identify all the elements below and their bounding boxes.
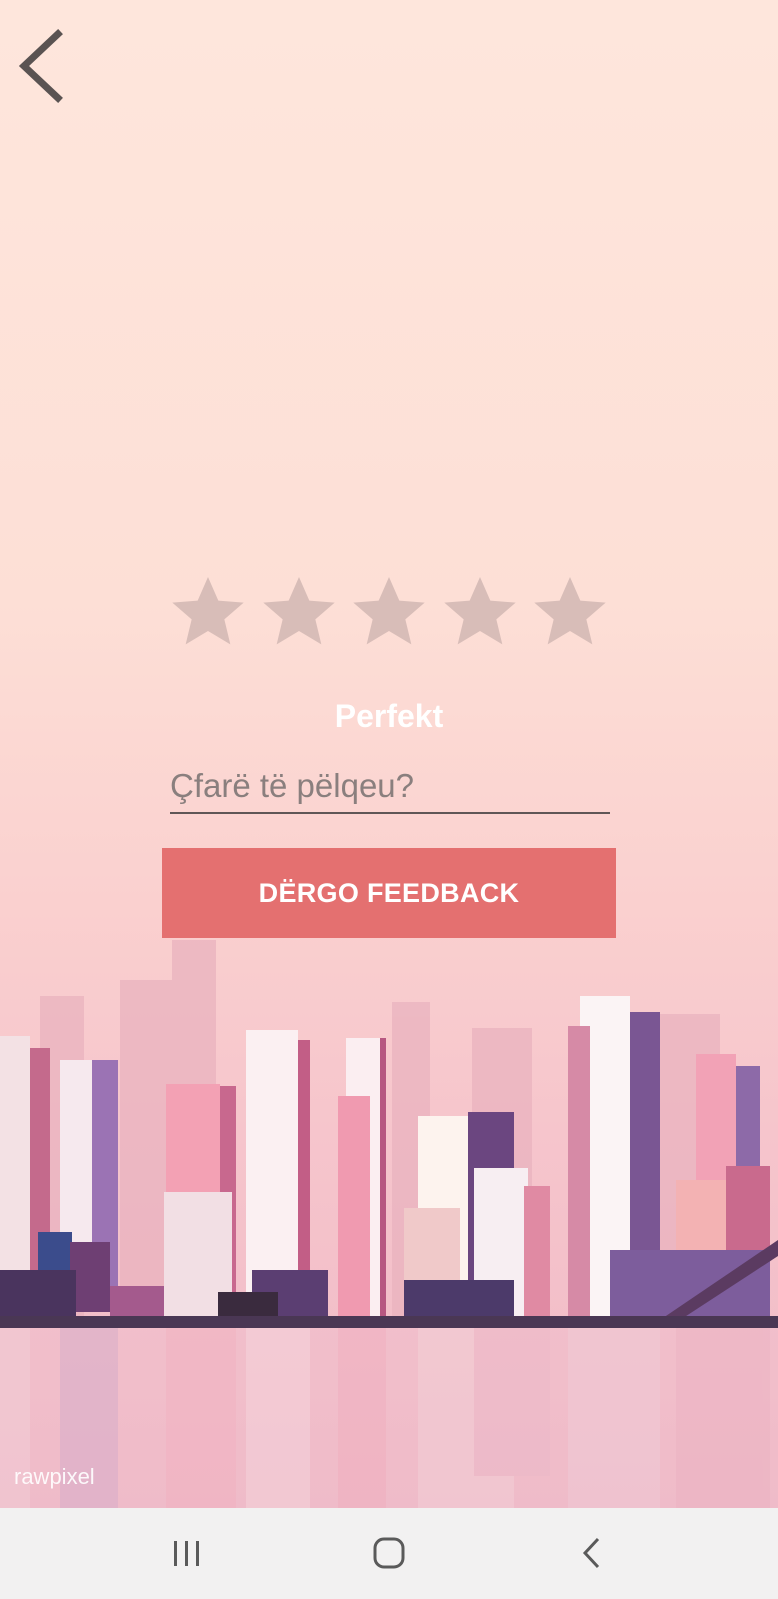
chevron-left-icon [18,29,63,103]
feedback-screen: rawpixel Perfekt DËRGO FEEDBACK [0,0,778,1508]
system-back-button[interactable] [566,1528,616,1578]
star-icon[interactable] [440,572,520,652]
star-icon[interactable] [349,572,429,652]
system-navigation-bar [0,1508,778,1599]
home-icon [373,1537,405,1569]
recent-apps-icon [174,1541,199,1566]
star-icon[interactable] [530,572,610,652]
feedback-input[interactable] [170,760,610,814]
back-icon [582,1537,600,1569]
rating-label: Perfekt [334,698,444,734]
send-feedback-button[interactable]: DËRGO FEEDBACK [162,848,616,938]
back-button[interactable] [10,26,70,106]
watermark-text: rawpixel [14,1464,95,1489]
home-button[interactable] [364,1528,414,1578]
star-icon[interactable] [168,572,248,652]
recent-apps-button[interactable] [161,1528,211,1578]
star-icon[interactable] [259,572,339,652]
star-rating[interactable] [168,572,610,652]
city-skyline-illustration [0,940,778,1508]
